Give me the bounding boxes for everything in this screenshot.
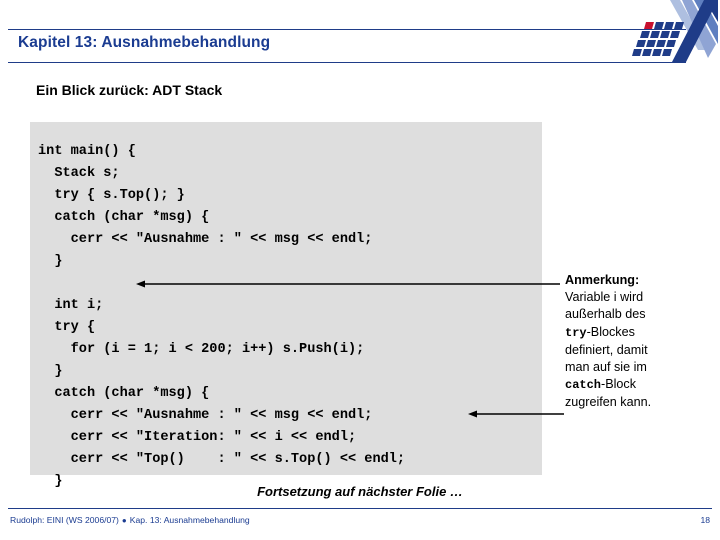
annotation-arrow-icon: [136, 280, 560, 288]
footer-author-course: Rudolph: EINI (WS 2006/07): [10, 515, 119, 525]
code-block: int main() { Stack s; try { s.Top(); } c…: [30, 122, 542, 489]
annotation-line-3-text: -Blockes: [586, 324, 635, 339]
footer-bullet-icon: ●: [121, 516, 127, 525]
page-number: 18: [700, 515, 710, 525]
footer-rule: [8, 508, 712, 509]
annotation-code-catch: catch: [565, 378, 602, 393]
annotation-line-7: zugreifen kann.: [565, 395, 652, 410]
slide-subtitle: Ein Blick zurück: ADT Stack: [36, 82, 223, 98]
annotation-note: Anmerkung: Variable i wird außerhalb des…: [565, 272, 717, 412]
header-rule-bottom: [8, 62, 686, 63]
university-logo-icon: [632, 0, 718, 62]
annotation-arrow-icon: [468, 410, 564, 418]
annotation-line-5: man auf sie im: [565, 360, 647, 375]
annotation-line-6: catch-Block: [565, 376, 717, 394]
annotation-heading: Anmerkung:: [565, 272, 717, 289]
annotation-line-1: Variable i wird: [565, 290, 644, 305]
footer-chapter: Kap. 13: Ausnahmebehandlung: [129, 515, 250, 525]
slide-header: Kapitel 13: Ausnahmebehandlung: [0, 0, 720, 78]
continuation-note: Fortsetzung auf nächster Folie …: [257, 484, 463, 499]
annotation-code-try: try: [565, 325, 587, 340]
source-code: int main() { Stack s; try { s.Top(); } c…: [38, 143, 406, 489]
header-rule-top: [8, 29, 686, 30]
annotation-line-6-text: -Block: [601, 377, 637, 392]
footer-text: Rudolph: EINI (WS 2006/07) ● Kap. 13: Ausn…: [10, 515, 250, 525]
annotation-line-2: außerhalb des: [565, 307, 646, 322]
page-title: Kapitel 13: Ausnahmebehandlung: [18, 34, 271, 51]
annotation-line-3: try-Blockes: [565, 324, 717, 342]
annotation-line-4: definiert, damit: [565, 342, 648, 357]
annotation-heading-text: Anmerkung:: [565, 273, 640, 287]
